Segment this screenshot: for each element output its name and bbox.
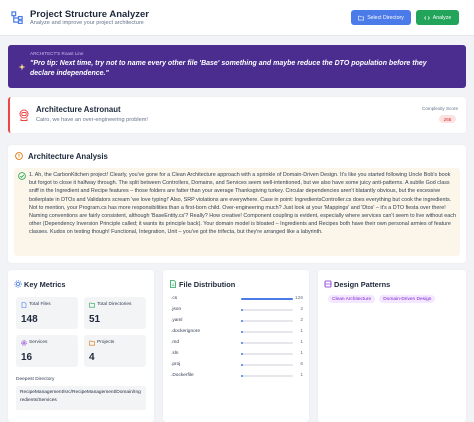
architecture-analysis-card: Architecture Analysis 1. Ah, the CarbonK… <box>8 145 466 263</box>
persona-card: Architecture Astronaut Cairo, we have an… <box>8 97 466 133</box>
file-count: 1 <box>300 340 303 345</box>
file-row: .Dockerfile 1 <box>171 373 303 379</box>
file-row: .cs 126 <box>171 296 303 302</box>
file-extension: .Dockerfile <box>171 373 194 378</box>
file-extension: .proj <box>171 362 181 367</box>
check-circle-icon <box>18 172 26 180</box>
file-extension: .json <box>171 307 182 312</box>
folder-icon <box>358 15 365 20</box>
file-bar-fill <box>241 353 243 355</box>
file-bar-fill <box>241 342 243 344</box>
file-row: .sln 1 <box>171 351 303 357</box>
file-bar-track <box>241 342 293 344</box>
file-row: .yaml 2 <box>171 318 303 324</box>
metrics-title: Key Metrics <box>24 280 66 289</box>
file-extension: .md <box>171 340 179 345</box>
file-bar-fill <box>241 309 243 311</box>
project-tree-icon <box>11 11 23 24</box>
pattern-tag: Domain-Driven Design <box>379 295 436 303</box>
sparkle-icon <box>18 63 26 71</box>
select-directory-label: Select Directory <box>367 14 404 21</box>
metric-label: Projects <box>97 340 115 345</box>
persona-name: Architecture Astronaut <box>36 105 121 114</box>
document-icon <box>170 280 176 288</box>
file-extension: .cs <box>171 296 178 301</box>
file-bar-track <box>241 375 293 377</box>
pattern-tag-list: Clean Architecture Domain-Driven Design <box>328 295 436 303</box>
roast-text: "Pro tip: Next time, try not to name eve… <box>30 60 427 77</box>
file-row: .md 1 <box>171 340 303 346</box>
folder-icon <box>89 340 95 346</box>
file-bar-track <box>241 331 293 333</box>
analyze-label: Analyze <box>432 14 452 21</box>
metric-value: 16 <box>21 352 33 363</box>
design-patterns-card: Design Patterns Clean Architecture Domai… <box>318 270 466 422</box>
analysis-text: 1. Ah, the CarbonKitchen project! Clearl… <box>29 172 456 236</box>
alert-circle-icon <box>15 152 23 160</box>
folder-icon <box>89 302 95 308</box>
design-patterns-title: Design Patterns <box>334 280 391 289</box>
metric-total-files: Total Files 148 <box>16 297 78 329</box>
file-count: 126 <box>294 296 303 301</box>
file-count: 2 <box>300 307 303 312</box>
file-count: 6 <box>300 362 303 367</box>
settings-icon <box>21 340 27 346</box>
file-extension: .dockerignore <box>171 329 201 334</box>
analyze-button[interactable]: Analyze <box>416 10 459 25</box>
complexity-score-badge: 265 <box>439 115 456 123</box>
analysis-content: 1. Ah, the CarbonKitchen project! Clearl… <box>14 168 460 256</box>
file-row: .proj 6 <box>171 362 303 368</box>
file-bar-fill <box>241 331 243 333</box>
roast-label: ARCHITECT'S Roast Line <box>30 51 84 56</box>
deepest-directory-label: Deepest Directory <box>16 377 55 382</box>
persona-tagline: Cairo, we have an over-engineering probl… <box>36 117 148 123</box>
file-bar-track <box>241 309 293 311</box>
file-count: 1 <box>300 329 303 334</box>
metric-projects: Projects 4 <box>84 335 146 367</box>
astronaut-icon <box>19 109 29 121</box>
file-count: 1 <box>300 351 303 356</box>
metric-label: Total Directories <box>97 302 132 307</box>
file-count: 1 <box>300 373 303 378</box>
analysis-title: Architecture Analysis <box>28 152 108 161</box>
page-title: Project Structure Analyzer <box>30 9 149 20</box>
file-bar-fill <box>241 320 243 322</box>
page-subtitle: Analyze and improve your project archite… <box>30 20 144 26</box>
file-extension: .sln <box>171 351 179 356</box>
file-row: .dockerignore 1 <box>171 329 303 335</box>
deepest-directory-path: RecipeManagement/src/RecipeManagement/Do… <box>20 390 141 403</box>
metric-total-directories: Total Directories 51 <box>84 297 146 329</box>
file-bar-track <box>241 320 293 322</box>
file-extension: .yaml <box>171 318 183 323</box>
metric-value: 148 <box>21 314 38 325</box>
file-icon <box>21 302 27 308</box>
metric-value: 51 <box>89 314 101 325</box>
roast-banner: ARCHITECT'S Roast Line "Pro tip: Next ti… <box>8 45 466 88</box>
file-bar-fill <box>241 364 244 366</box>
app-header: Project Structure Analyzer Analyze and i… <box>0 0 474 36</box>
file-count: 2 <box>300 318 303 323</box>
deepest-directory-box: RecipeManagement/src/RecipeManagement/Do… <box>16 386 146 410</box>
file-row: .json 2 <box>171 307 303 313</box>
layers-icon <box>324 280 332 288</box>
file-bar-track <box>241 353 293 355</box>
pattern-tag: Clean Architecture <box>328 295 376 303</box>
file-bar-fill <box>241 298 293 300</box>
gear-icon <box>14 280 22 288</box>
key-metrics-card: Key Metrics Total Files 148 Total Direct… <box>8 270 154 422</box>
metric-services: Services 16 <box>16 335 78 367</box>
file-bar-track <box>241 298 293 300</box>
metric-value: 4 <box>89 352 95 363</box>
metric-label: Services <box>29 340 48 345</box>
code-icon <box>423 15 430 20</box>
file-distribution-card: File Distribution .cs 126 .json 2 .yaml 2 .doc… <box>163 270 309 422</box>
file-bar-track <box>241 364 293 366</box>
file-distribution-title: File Distribution <box>179 280 236 289</box>
complexity-score-label: Complexity Score <box>422 106 458 111</box>
select-directory-button[interactable]: Select Directory <box>351 10 411 25</box>
file-bar-fill <box>241 375 243 377</box>
metric-label: Total Files <box>29 302 51 307</box>
